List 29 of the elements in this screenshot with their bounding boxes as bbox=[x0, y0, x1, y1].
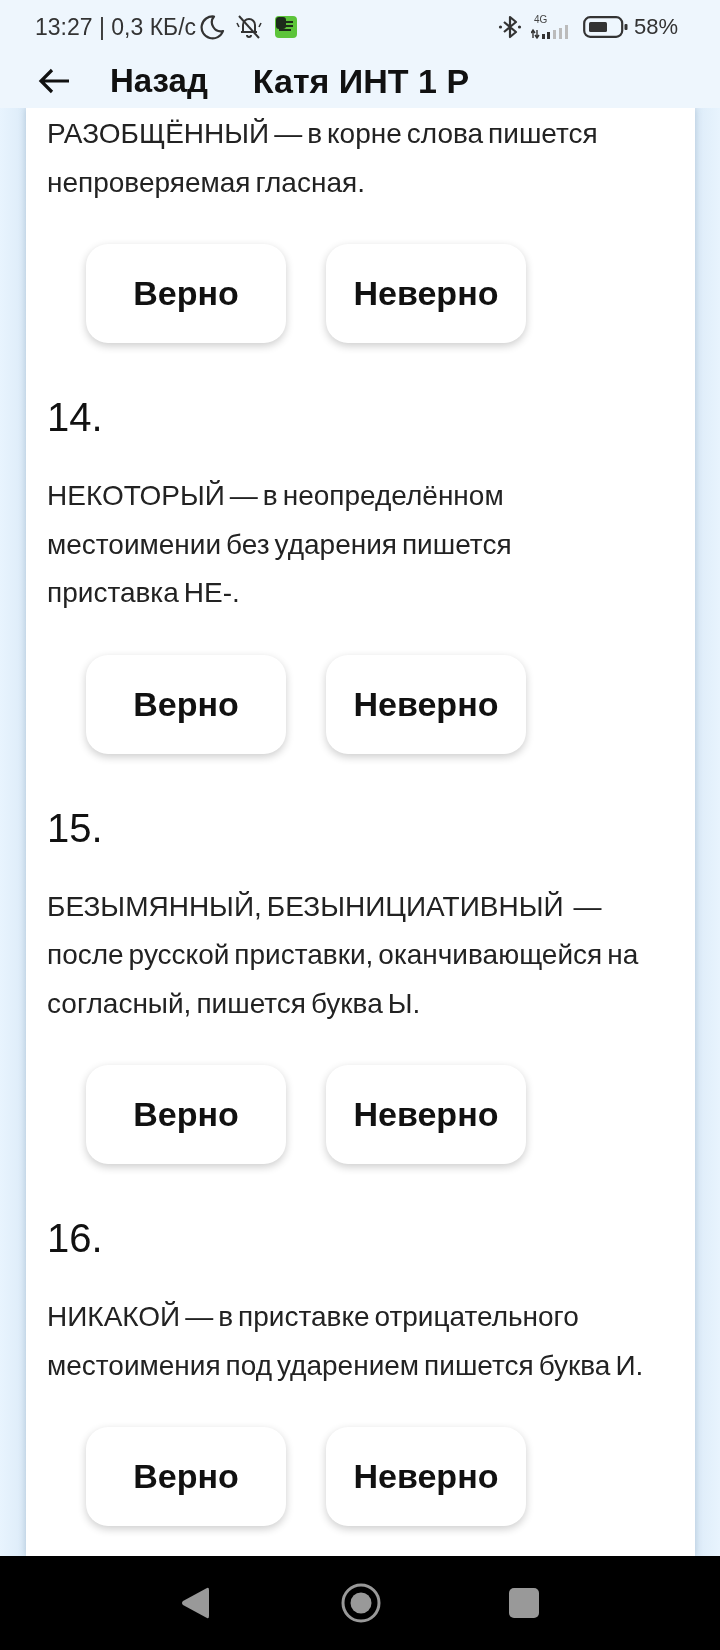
answer-button[interactable]: Верно bbox=[86, 1427, 286, 1526]
answer-button[interactable]: Верно bbox=[86, 1065, 286, 1164]
answer-button[interactable]: Неверно bbox=[326, 654, 526, 754]
answer-button[interactable]: Неверно bbox=[326, 1427, 526, 1526]
recents-icon[interactable] bbox=[509, 1588, 539, 1618]
back-arrow-icon[interactable] bbox=[38, 68, 70, 94]
answer-button[interactable]: Верно bbox=[86, 654, 286, 754]
question-statement: РАЗОБЩЁННЫЙ — в корне слова пишется непроверяемая гласная. bbox=[47, 117, 599, 200]
back-icon[interactable] bbox=[181, 1586, 209, 1620]
question-statement: БЕЗЫМЯННЫЙ, БЕЗЫНИЦИАТИВНЫЙ — после русской приставки, оканчивающейся на согласный, пишется буква Ы. bbox=[47, 889, 640, 1021]
question-number: 16. bbox=[47, 1215, 103, 1262]
battery-icon bbox=[582, 16, 628, 38]
page-title: Катя ИНТ 1 Р bbox=[252, 61, 470, 101]
answer-button[interactable]: Верно bbox=[86, 244, 286, 343]
status-text: 13:27 | 0,3 КБ/с bbox=[35, 13, 197, 41]
question-statement: НИКАКОЙ — в приставке отрицательного местоимения под ударением пишется буква И. bbox=[47, 1300, 645, 1383]
question-number: 15. bbox=[47, 804, 103, 852]
back-button[interactable]: Назад bbox=[110, 62, 208, 100]
home-icon[interactable] bbox=[341, 1583, 381, 1623]
answer-button[interactable]: Неверно bbox=[326, 1065, 526, 1164]
bluetooth-icon bbox=[497, 15, 522, 39]
bell-off-icon bbox=[235, 13, 264, 41]
moon-icon bbox=[199, 14, 226, 40]
question-number: 14. bbox=[47, 394, 103, 441]
answer-button[interactable]: Неверно bbox=[326, 244, 526, 343]
battery-percent: 58% bbox=[633, 14, 678, 40]
app-icon bbox=[275, 16, 298, 38]
question-statement: НЕКОТОРЫЙ — в неопределённом местоимении без ударения пишется приставка НЕ-. bbox=[47, 479, 513, 610]
network-type: 4G bbox=[533, 15, 548, 25]
